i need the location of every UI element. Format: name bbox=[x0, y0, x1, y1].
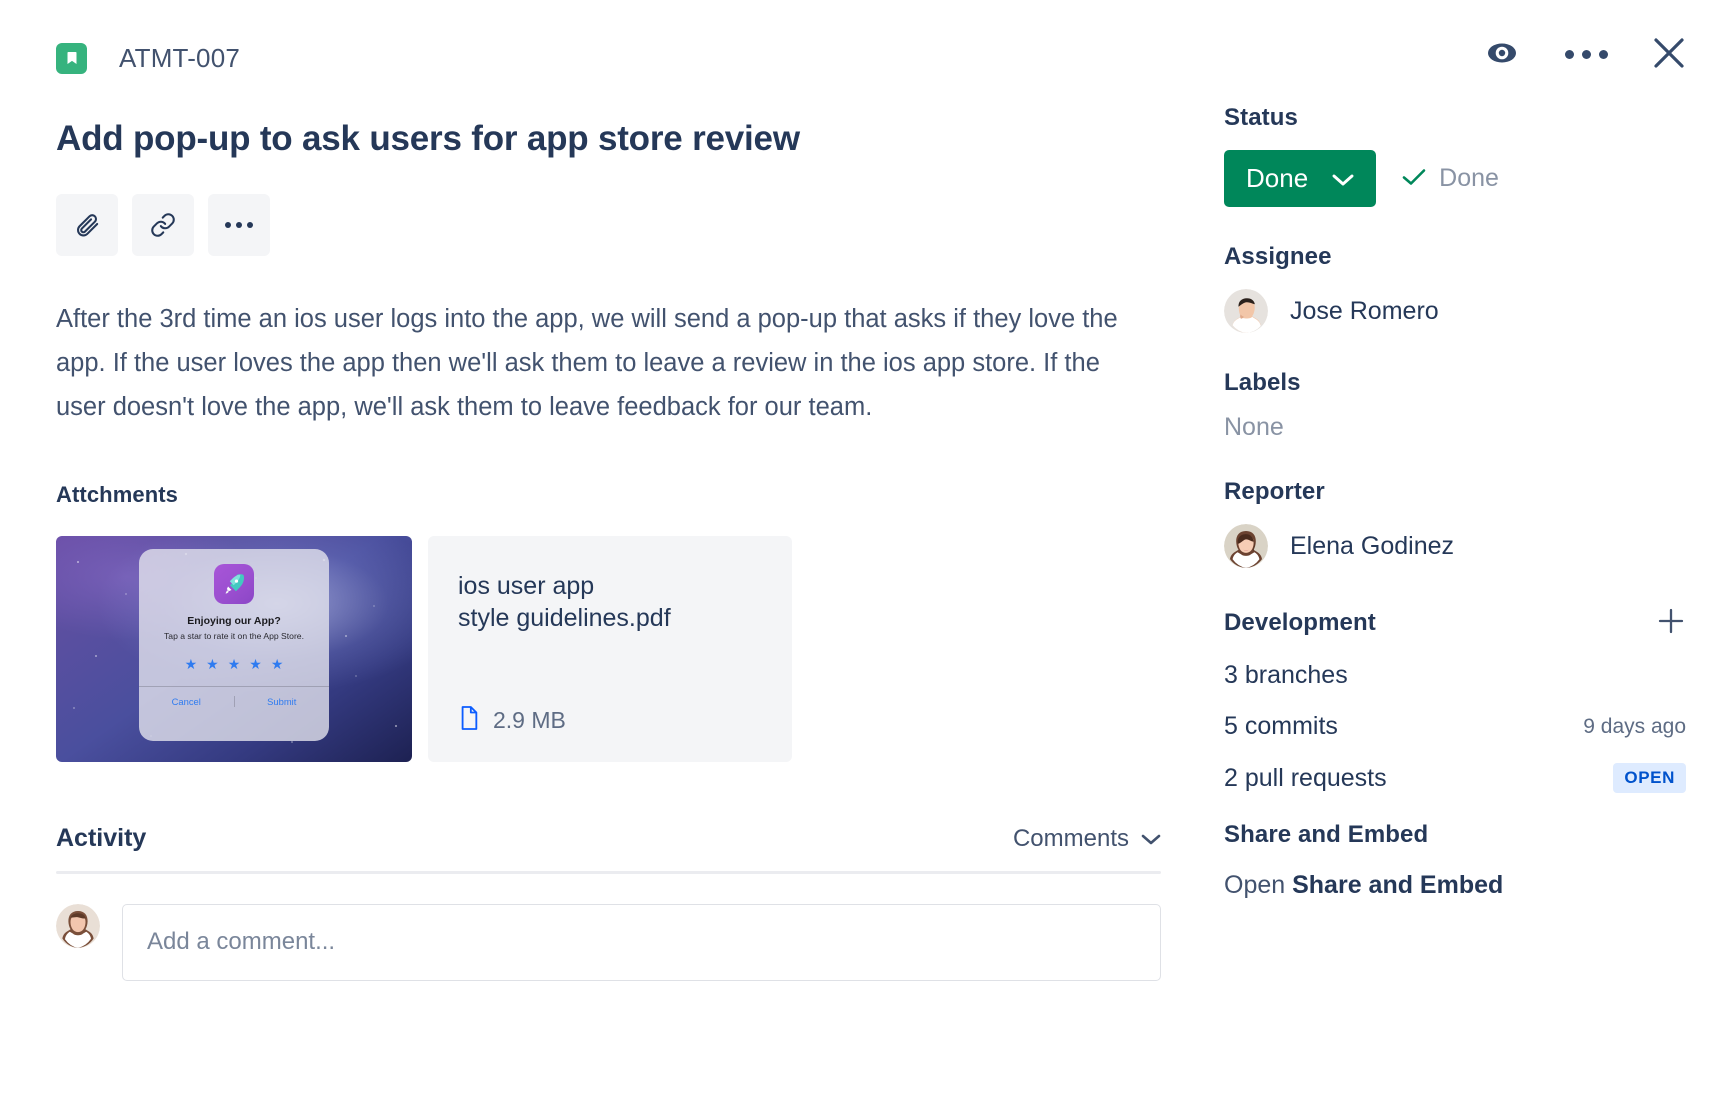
watch-button[interactable] bbox=[1483, 40, 1521, 69]
star-icon: ★ bbox=[206, 656, 219, 673]
status-note-label: Done bbox=[1439, 164, 1499, 193]
window-controls bbox=[1224, 32, 1686, 76]
labels-block: Labels None bbox=[1224, 369, 1686, 442]
dialog-subtitle: Tap a star to rate it on the App Store. bbox=[164, 631, 304, 643]
attachment-file-card[interactable]: ios user app style guidelines.pdf 2.9 MB bbox=[428, 536, 792, 762]
status-value: Done bbox=[1246, 163, 1308, 194]
chevron-down-icon bbox=[1141, 825, 1161, 853]
document-icon bbox=[458, 705, 480, 736]
status-dropdown-button[interactable]: Done bbox=[1224, 150, 1376, 207]
issue-detail-view: ATMT-007 Add pop-up to ask users for app… bbox=[0, 0, 1728, 1106]
close-button[interactable] bbox=[1652, 36, 1686, 73]
reporter-name: Elena Godinez bbox=[1290, 532, 1454, 561]
share-and-embed-block: Share and Embed Open Share and Embed bbox=[1224, 821, 1686, 900]
star-icon: ★ bbox=[185, 656, 198, 673]
dialog-title: Enjoying our App? bbox=[187, 615, 281, 627]
attachments-heading: Attchments bbox=[56, 482, 1186, 508]
issue-header: ATMT-007 bbox=[56, 36, 1186, 80]
assignee-name: Jose Romero bbox=[1290, 297, 1439, 326]
reporter-label: Reporter bbox=[1224, 478, 1686, 506]
divider bbox=[56, 871, 1161, 874]
attach-button[interactable] bbox=[56, 194, 118, 256]
issue-description: After the 3rd time an ios user logs into… bbox=[56, 298, 1141, 430]
share-link-prefix: Open bbox=[1224, 871, 1292, 899]
add-comment-row bbox=[56, 904, 1161, 981]
link-button[interactable] bbox=[132, 194, 194, 256]
open-share-and-embed-link[interactable]: Open Share and Embed bbox=[1224, 871, 1686, 900]
labels-label: Labels bbox=[1224, 369, 1686, 397]
file-name-line-2: style guidelines.pdf bbox=[458, 604, 671, 632]
status-block: Status Done Done bbox=[1224, 104, 1686, 207]
avatar bbox=[1224, 289, 1268, 333]
more-options-icon bbox=[1565, 50, 1608, 59]
star-icon: ★ bbox=[228, 656, 241, 673]
page-title: Add pop-up to ask users for app store re… bbox=[56, 118, 1186, 160]
development-row-commits[interactable]: 5 commits 9 days ago bbox=[1224, 712, 1686, 741]
more-options-button[interactable] bbox=[1565, 50, 1608, 59]
chevron-down-icon bbox=[1332, 163, 1354, 194]
labels-value[interactable]: None bbox=[1224, 413, 1686, 442]
rocket-icon bbox=[214, 564, 254, 604]
add-development-button[interactable] bbox=[1656, 606, 1686, 639]
attachment-file-name: ios user app style guidelines.pdf bbox=[458, 570, 762, 635]
attachment-thumbnail[interactable]: Enjoying our App? Tap a star to rate it … bbox=[56, 536, 412, 762]
development-label: Development bbox=[1224, 609, 1376, 637]
assignee-label: Assignee bbox=[1224, 243, 1686, 271]
development-row-aside: 9 days ago bbox=[1583, 715, 1686, 739]
reporter-row[interactable]: Elena Godinez bbox=[1224, 524, 1686, 568]
check-icon bbox=[1402, 164, 1426, 193]
status-badge: OPEN bbox=[1613, 763, 1686, 793]
eye-icon bbox=[1483, 40, 1521, 69]
issue-key[interactable]: ATMT-007 bbox=[119, 43, 240, 74]
avatar bbox=[1224, 524, 1268, 568]
development-row-label: 3 branches bbox=[1224, 661, 1348, 690]
dialog-actions: Cancel Submit bbox=[139, 686, 329, 707]
status-row: Done Done bbox=[1224, 150, 1686, 207]
development-row-branches[interactable]: 3 branches bbox=[1224, 661, 1686, 690]
comment-input[interactable] bbox=[122, 904, 1161, 981]
star-icon: ★ bbox=[271, 656, 284, 673]
attachments-section: Attchments bbox=[56, 482, 1186, 762]
reporter-block: Reporter Elena Godinez bbox=[1224, 478, 1686, 568]
activity-filter-dropdown[interactable]: Comments bbox=[1013, 825, 1161, 853]
assignee-row[interactable]: Jose Romero bbox=[1224, 289, 1686, 333]
avatar bbox=[56, 904, 100, 948]
issue-action-bar bbox=[56, 194, 1186, 256]
attachment-file-size: 2.9 MB bbox=[493, 707, 566, 734]
share-and-embed-label: Share and Embed bbox=[1224, 821, 1686, 849]
close-icon bbox=[1652, 36, 1686, 73]
ios-rating-dialog-preview: Enjoying our App? Tap a star to rate it … bbox=[139, 549, 329, 741]
more-actions-button[interactable] bbox=[208, 194, 270, 256]
story-bookmark-icon bbox=[56, 43, 87, 74]
attachment-list: Enjoying our App? Tap a star to rate it … bbox=[56, 536, 1186, 762]
development-row-label: 5 commits bbox=[1224, 712, 1338, 741]
issue-main-column: ATMT-007 Add pop-up to ask users for app… bbox=[0, 0, 1186, 1106]
status-label: Status bbox=[1224, 104, 1686, 132]
development-row-pull-requests[interactable]: 2 pull requests OPEN bbox=[1224, 763, 1686, 793]
activity-heading: Activity bbox=[56, 824, 146, 853]
activity-section: Activity Comments bbox=[56, 824, 1161, 981]
more-options-icon bbox=[225, 222, 253, 228]
share-link-bold: Share and Embed bbox=[1292, 871, 1503, 899]
activity-filter-label: Comments bbox=[1013, 825, 1129, 853]
attachment-file-meta: 2.9 MB bbox=[458, 705, 762, 736]
plus-icon bbox=[1656, 606, 1686, 639]
dialog-submit-button: Submit bbox=[235, 696, 330, 707]
status-note: Done bbox=[1402, 164, 1499, 193]
activity-header: Activity Comments bbox=[56, 824, 1161, 853]
development-header: Development bbox=[1224, 606, 1686, 639]
development-row-label: 2 pull requests bbox=[1224, 764, 1387, 793]
star-rating: ★ ★ ★ ★ ★ bbox=[185, 656, 284, 673]
dialog-cancel-button: Cancel bbox=[139, 696, 235, 707]
star-icon: ★ bbox=[249, 656, 262, 673]
assignee-block: Assignee Jose Romero bbox=[1224, 243, 1686, 333]
file-name-line-1: ios user app bbox=[458, 572, 594, 600]
issue-sidebar: Status Done Done bbox=[1186, 0, 1728, 1106]
